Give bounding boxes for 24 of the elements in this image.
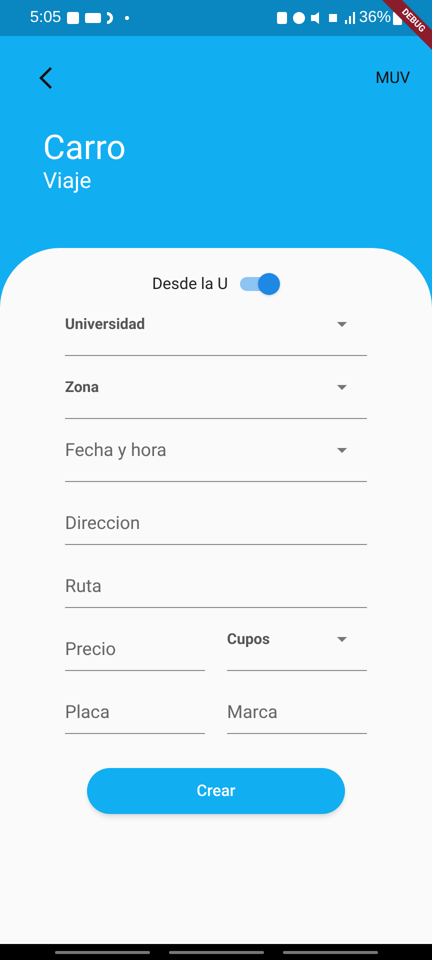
dropdown-caret-icon: [337, 448, 347, 453]
page-subtitle: Viaje: [43, 168, 92, 196]
input-field[interactable]: Marca: [227, 684, 367, 734]
dropdown-caret-icon: [337, 385, 347, 390]
dot-icon: [125, 16, 130, 20]
date-time-field[interactable]: Fecha y hora: [65, 432, 367, 482]
clock-text: 5:05: [30, 8, 62, 28]
dropdown-caret-icon: [337, 322, 347, 327]
battery-text: 36%: [358, 8, 391, 28]
back-button[interactable]: [38, 66, 54, 90]
dropdown-field[interactable]: Universidad: [65, 306, 367, 356]
toggle-label: Desde la U: [152, 273, 228, 295]
input-field[interactable]: Placa: [65, 684, 205, 734]
dropdown-caret-icon: [337, 637, 347, 642]
page-title: Carro: [43, 128, 127, 168]
muv-button[interactable]: MUV: [375, 66, 410, 90]
dropdown-field[interactable]: Cupos: [227, 621, 367, 671]
dropdown-field[interactable]: Zona: [65, 369, 367, 419]
toggle-switch[interactable]: [240, 272, 280, 296]
input-field[interactable]: Precio: [65, 621, 205, 671]
signal-icon: [344, 12, 355, 24]
crescent-icon: [107, 12, 114, 24]
input-field[interactable]: Ruta: [65, 558, 367, 608]
input-field[interactable]: Direccion: [65, 495, 367, 545]
